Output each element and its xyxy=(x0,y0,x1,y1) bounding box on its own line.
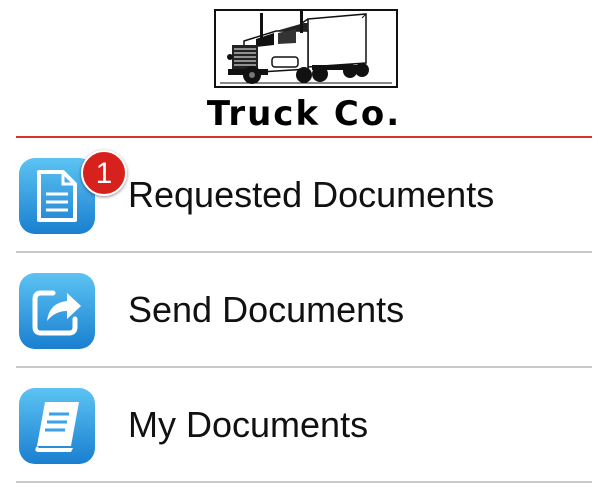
book-icon xyxy=(19,388,95,464)
menu-item-requested-documents[interactable]: 1 Requested Documents xyxy=(16,138,592,253)
company-logo xyxy=(214,9,398,88)
company-name: Truck Co. xyxy=(206,94,402,134)
menu-item-label: My Documents xyxy=(128,404,369,445)
menu-item-send-documents[interactable]: Send Documents xyxy=(16,253,592,368)
document-menu: 1 Requested Documents Send Documents My … xyxy=(0,138,608,483)
menu-item-label: Send Documents xyxy=(128,289,405,330)
share-arrow-icon xyxy=(19,273,95,349)
menu-item-label: Requested Documents xyxy=(128,174,495,215)
truck-logo-icon xyxy=(220,11,392,84)
notification-badge: 1 xyxy=(81,150,127,196)
menu-item-my-documents[interactable]: My Documents xyxy=(16,368,592,483)
